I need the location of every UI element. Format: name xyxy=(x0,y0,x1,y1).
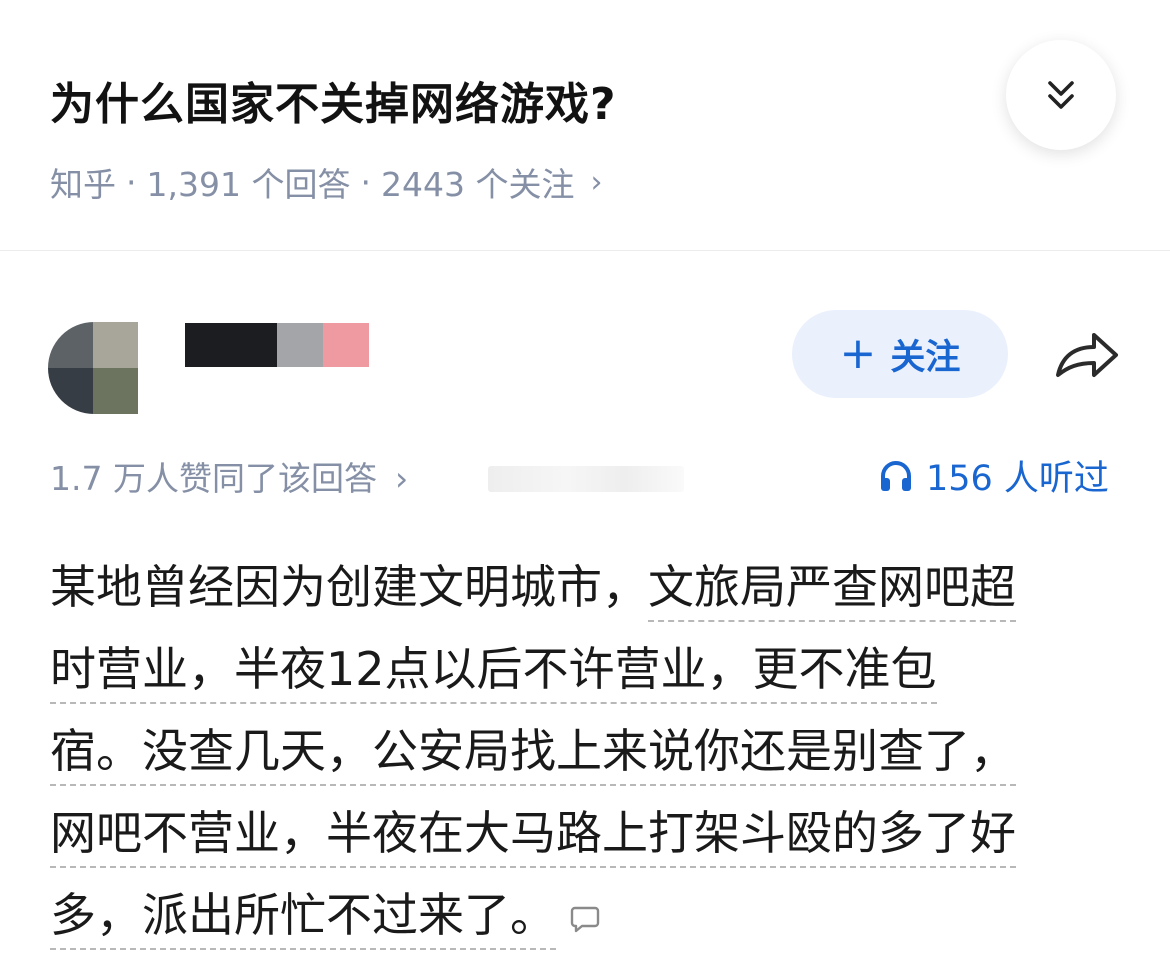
avatar-pixel xyxy=(48,368,93,414)
listen-count[interactable]: 156 人听过 xyxy=(878,450,1109,501)
avatar-pixel xyxy=(48,322,93,368)
redacted-text xyxy=(488,466,684,492)
headphones-icon xyxy=(881,460,911,491)
share-icon[interactable] xyxy=(1052,325,1122,385)
answer-line: 某地曾经因为创建文明城市，文旅局严查网吧超 xyxy=(50,546,1125,628)
comment-icon[interactable] xyxy=(570,904,600,934)
answer-line: 时营业，半夜12点以后不许营业，更不准包 xyxy=(50,628,1125,710)
approval-text: 1.7 万人赞同了该回答 xyxy=(50,459,377,498)
answer-count: 1,391 个回答 xyxy=(146,165,351,204)
follow-label: 关注 xyxy=(890,337,961,378)
plus-icon: + xyxy=(839,328,877,379)
question-title[interactable]: 为什么国家不关掉网络游戏? xyxy=(50,68,617,132)
answer-highlight[interactable]: 文旅局严查网吧超 xyxy=(648,560,1016,622)
answer-body[interactable]: 某地曾经因为创建文明城市，文旅局严查网吧超 时营业，半夜12点以后不许营业，更不… xyxy=(50,546,1125,956)
approval-count[interactable]: 1.7 万人赞同了该回答 › xyxy=(50,452,408,500)
source-label: 知乎 xyxy=(50,165,116,204)
divider xyxy=(0,250,1170,251)
chevron-right-icon: › xyxy=(590,164,603,200)
meta-separator: · xyxy=(360,162,371,202)
redaction-block xyxy=(277,323,323,367)
chevron-right-icon: › xyxy=(394,459,409,498)
answer-line: 网吧不营业，半夜在大马路上打架斗殴的多了好 xyxy=(50,792,1125,874)
author-name-redacted[interactable] xyxy=(185,323,369,367)
follow-button[interactable]: + 关注 xyxy=(792,310,1008,398)
avatar-pixel xyxy=(93,322,138,368)
question-meta[interactable]: 知乎 · 1,391 个回答 · 2443 个关注 › xyxy=(50,158,602,206)
listen-text: 156 人听过 xyxy=(926,459,1109,499)
avatar[interactable] xyxy=(48,322,138,414)
answer-line: 宿。没查几天，公安局找上来说你还是别查了， xyxy=(50,710,1125,792)
answer-highlight[interactable]: 多，派出所忙不过来了。 xyxy=(50,888,556,950)
avatar-pixel xyxy=(93,368,138,414)
answer-highlight[interactable]: 时营业，半夜12点以后不许营业，更不准包 xyxy=(50,642,937,704)
collapse-button[interactable] xyxy=(1006,40,1116,150)
redaction-block xyxy=(323,323,369,367)
answer-highlight[interactable]: 宿。没查几天，公安局找上来说你还是别查了， xyxy=(50,724,1016,786)
answer-text: 某地曾经因为创建文明城市， xyxy=(50,560,648,614)
follow-count: 2443 个关注 xyxy=(380,165,575,204)
answer-highlight[interactable]: 网吧不营业，半夜在大马路上打架斗殴的多了好 xyxy=(50,806,1016,868)
answer-line: 多，派出所忙不过来了。 xyxy=(50,874,1125,956)
meta-separator: · xyxy=(126,162,137,202)
chevron-double-down-icon xyxy=(1048,81,1074,109)
redaction-block xyxy=(185,323,277,367)
